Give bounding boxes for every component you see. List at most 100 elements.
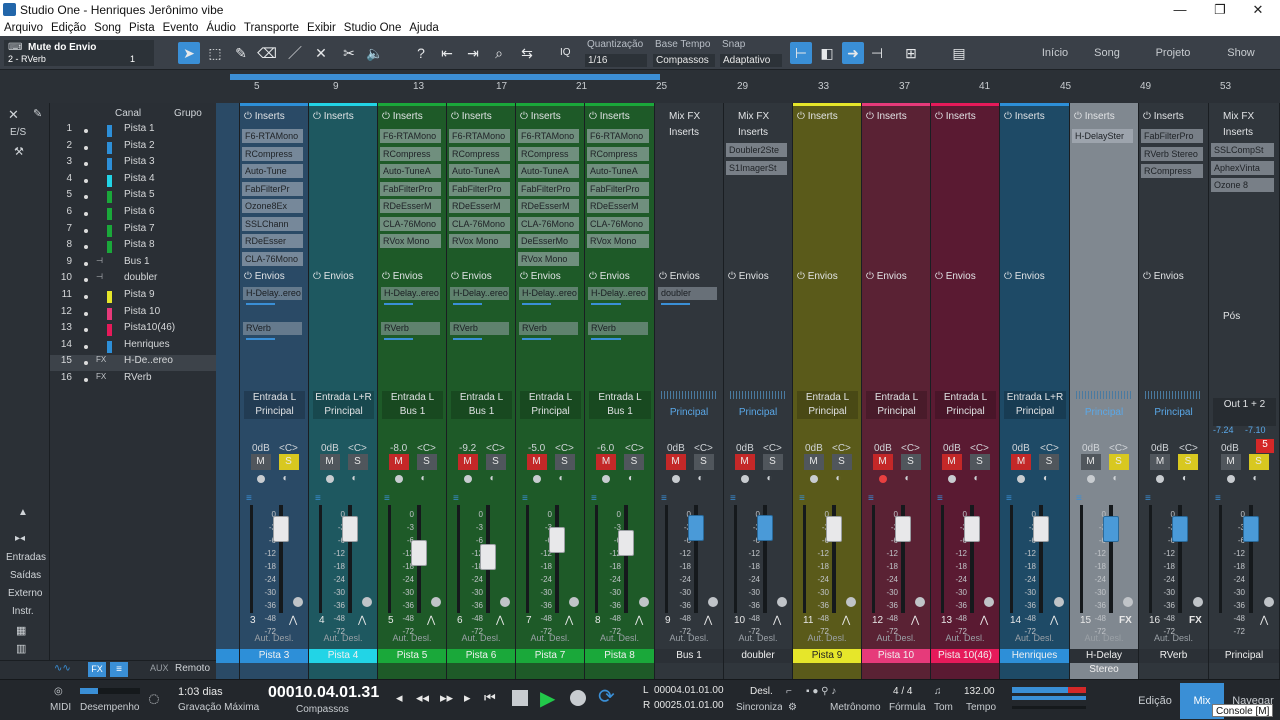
- precount-icon[interactable]: ⌐: [786, 686, 792, 697]
- visible-dot[interactable]: [84, 261, 88, 266]
- close-button[interactable]: ✕: [1243, 2, 1273, 18]
- return-zero-icon[interactable]: ⏮: [484, 690, 496, 706]
- record-arm-icon[interactable]: [325, 475, 334, 483]
- channel-editor-icon[interactable]: ≡: [1215, 493, 1221, 504]
- io-box[interactable]: Entrada L Principal: [797, 391, 858, 419]
- channel-name-tag[interactable]: Henriques: [1000, 649, 1069, 663]
- insert-slot[interactable]: RVox Mono: [449, 234, 510, 248]
- record-arm-icon[interactable]: [463, 475, 472, 483]
- rewind-icon[interactable]: ◂◂: [416, 690, 429, 706]
- menu-ajuda[interactable]: Ajuda: [405, 20, 442, 36]
- time-signature[interactable]: 4 / 4: [893, 686, 912, 697]
- monitor-icon[interactable]: ◐: [836, 473, 842, 484]
- insert-slot[interactable]: CLA-76Mono: [242, 251, 303, 266]
- insert-slot[interactable]: DeEsserMo: [518, 234, 579, 248]
- channel-editor-icon[interactable]: ≡: [1145, 493, 1151, 504]
- automation-mode[interactable]: Aut. Desl.: [862, 633, 930, 643]
- mixfx-label[interactable]: Mix FX: [1223, 111, 1254, 122]
- channel-editor-icon[interactable]: ≡: [384, 493, 390, 504]
- collapse-up-icon[interactable]: ▲: [18, 507, 28, 518]
- solo-button[interactable]: S: [900, 454, 921, 470]
- close-panel-icon[interactable]: ✕: [8, 107, 19, 123]
- send-slot[interactable]: RVerb: [519, 322, 578, 335]
- channel-name-tag[interactable]: Pista 7: [516, 649, 584, 663]
- insert-slot[interactable]: RDeEsserM: [380, 199, 441, 213]
- channel-list-row[interactable]: 6 Pista 6: [50, 206, 216, 222]
- pan-knob[interactable]: [915, 597, 925, 607]
- solo-button[interactable]: S: [969, 454, 990, 470]
- channel-list-row[interactable]: 10 ⊣ doubler: [50, 272, 216, 288]
- inputs-button[interactable]: Entradas: [6, 552, 46, 563]
- sends-header[interactable]: ⏻ Envios: [382, 271, 423, 282]
- visible-dot[interactable]: [84, 378, 88, 382]
- skip-end-icon[interactable]: ⇥: [462, 42, 484, 64]
- channel-name-tag[interactable]: Pista 9: [793, 649, 861, 663]
- record-arm-icon[interactable]: [532, 475, 541, 483]
- automation-mode[interactable]: Aut. Desl.: [1070, 633, 1138, 643]
- mute-tool-icon[interactable]: ✕: [310, 42, 332, 64]
- record-arm-icon[interactable]: [1156, 475, 1164, 483]
- meter-view-icon[interactable]: ∿∿: [54, 663, 71, 674]
- insert-slot[interactable]: F6-RTAMono: [242, 129, 303, 143]
- monitor-icon[interactable]: ◐: [1113, 473, 1119, 484]
- banks-icon[interactable]: ▦: [16, 624, 26, 637]
- insert-slot[interactable]: FabFilterPro: [518, 181, 579, 196]
- insert-slot[interactable]: FabFilterPro: [380, 181, 441, 196]
- send-level[interactable]: [591, 338, 621, 340]
- automation-mode[interactable]: Aut. Desl.: [516, 633, 584, 643]
- channel-editor-icon[interactable]: ≡: [453, 493, 459, 504]
- mute-button[interactable]: M: [803, 454, 824, 470]
- volume-fader[interactable]: [479, 544, 496, 570]
- output-select[interactable]: Principal: [1139, 407, 1208, 418]
- io-box[interactable]: Entrada L+R Principal: [1004, 391, 1066, 419]
- insert-slot[interactable]: FabFilterPro: [449, 181, 510, 196]
- volume-readout[interactable]: -6.0: [597, 443, 614, 454]
- record-arm-icon[interactable]: [878, 475, 887, 483]
- inserts-header[interactable]: Inserts: [738, 127, 768, 138]
- io-box[interactable]: Entrada L Principal: [866, 391, 927, 419]
- nav-start[interactable]: Início: [1030, 36, 1080, 70]
- automation-mode[interactable]: Aut. Desl.: [724, 633, 792, 643]
- insert-slot[interactable]: RDeEsser: [242, 234, 303, 248]
- solo-button[interactable]: S: [1039, 454, 1059, 470]
- channel-list-row[interactable]: 5 Pista 5: [50, 189, 216, 205]
- insert-slot[interactable]: RCompress: [449, 146, 510, 161]
- pan-knob[interactable]: [1054, 597, 1064, 607]
- channel-name-tag[interactable]: Pista 4: [309, 649, 377, 663]
- menu-song[interactable]: Song: [90, 20, 125, 36]
- io-box[interactable]: Entrada L Bus 1: [382, 391, 443, 419]
- pan-knob[interactable]: [431, 597, 441, 607]
- insert-slot[interactable]: CLA-76Mono: [449, 216, 510, 231]
- insert-slot[interactable]: S1ImagerSt: [726, 160, 787, 175]
- solo-button[interactable]: S: [831, 454, 852, 470]
- pan-readout[interactable]: <C>: [832, 443, 851, 454]
- inserts-header[interactable]: ⏻ Inserts: [589, 111, 630, 122]
- volume-fader[interactable]: [756, 515, 773, 541]
- quantization-select[interactable]: 1/16: [585, 54, 647, 67]
- visible-dot[interactable]: [84, 195, 88, 200]
- split-tool-icon[interactable]: ✂: [338, 42, 360, 64]
- monitor-icon[interactable]: ◐: [490, 473, 496, 484]
- io-box[interactable]: Entrada L Principal: [244, 391, 305, 419]
- mute-button[interactable]: M: [319, 454, 340, 470]
- zoom-icon[interactable]: ⌕: [488, 42, 510, 64]
- insert-slot[interactable]: FabFilterPro: [1141, 129, 1203, 143]
- menu-studio-one[interactable]: Studio One: [340, 20, 406, 36]
- monitor-icon[interactable]: ◐: [767, 473, 773, 484]
- automation-mode[interactable]: Aut. Desl.: [1000, 633, 1069, 643]
- insert-slot[interactable]: FabFilterPr: [242, 181, 303, 196]
- mute-button[interactable]: M: [734, 454, 755, 470]
- monitor-icon[interactable]: ◐: [421, 473, 427, 484]
- automation-mode[interactable]: Aut. Desl.: [793, 633, 861, 643]
- inserts-header[interactable]: ⏻ Inserts: [797, 111, 838, 122]
- pan-knob[interactable]: [293, 597, 303, 607]
- sends-header[interactable]: ⏻ Envios: [866, 271, 907, 282]
- channel-name-tag[interactable]: RVerb: [1139, 649, 1208, 663]
- nav-project[interactable]: Projeto: [1148, 36, 1198, 70]
- monitor-icon[interactable]: ◐: [974, 473, 980, 484]
- channel-list-row[interactable]: 12 Pista 10: [50, 306, 216, 322]
- send-slot[interactable]: RVerb: [243, 322, 302, 335]
- volume-fader[interactable]: [825, 516, 842, 542]
- output-select[interactable]: Principal: [655, 407, 723, 418]
- channel-list-row[interactable]: 15 FX H-De..ereo: [50, 355, 216, 372]
